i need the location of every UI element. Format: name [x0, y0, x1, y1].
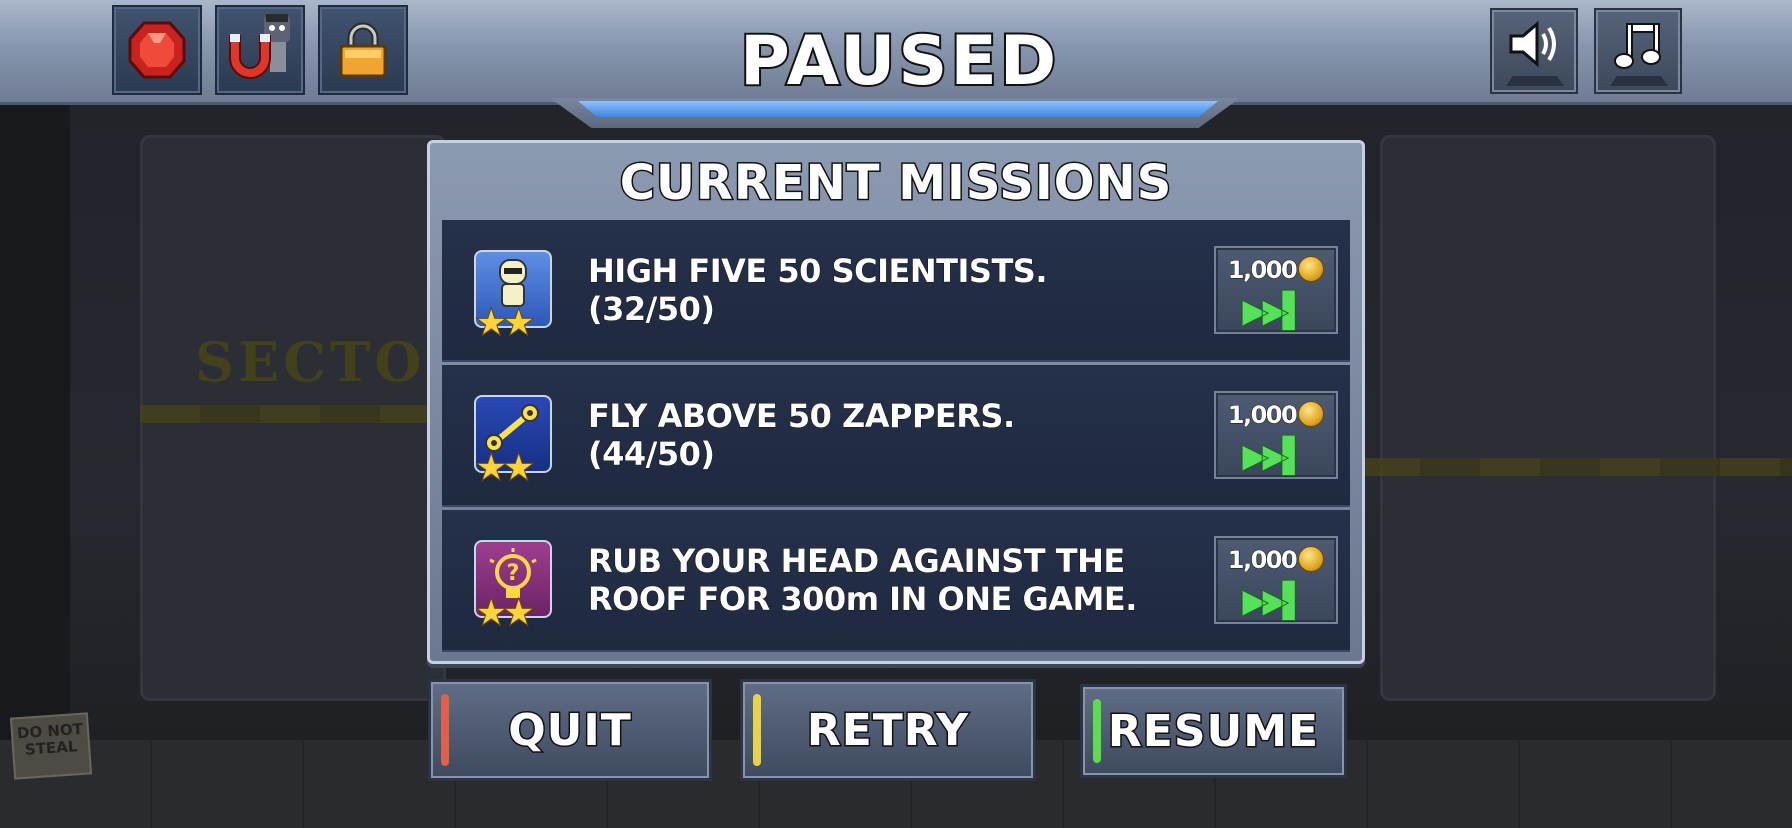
powerup-slot-locked[interactable]	[318, 5, 408, 95]
resume-label: RESUME	[1106, 704, 1320, 758]
hazard-stripe	[140, 405, 460, 423]
mystery-lightbulb-icon: ? ★★	[474, 540, 552, 631]
svg-text:?: ?	[507, 561, 520, 586]
skip-arrow-icon: ▶▶▌	[1241, 581, 1309, 621]
skip-cost: 1,000	[1216, 401, 1336, 430]
lock-icon	[339, 22, 387, 78]
paused-title: PAUSED	[738, 20, 1060, 103]
skip-cost: 1,000	[1216, 546, 1336, 575]
music-toggle-button[interactable]	[1594, 8, 1682, 94]
button-stand	[1610, 76, 1668, 86]
retry-label: RETRY	[805, 703, 970, 757]
skip-mission-button[interactable]: 1,000 ▶▶▌	[1214, 391, 1338, 479]
zapper-icon: ★★	[474, 395, 552, 486]
mission-row: ? ★★ RUB YOUR HEAD AGAINST THE ROOF FOR …	[442, 510, 1350, 652]
gem-icon	[128, 21, 186, 79]
missions-title: CURRENT MISSIONS	[618, 154, 1173, 213]
quit-button[interactable]: QUIT	[428, 679, 712, 781]
powerup-slot-gem[interactable]	[112, 5, 202, 95]
resume-button[interactable]: RESUME	[1080, 684, 1347, 778]
skip-cost-value: 1,000	[1227, 401, 1298, 430]
coin-icon	[1298, 401, 1325, 427]
skip-cost: 1,000	[1216, 256, 1336, 285]
music-note-icon	[1614, 23, 1661, 69]
volume-icon	[1509, 20, 1556, 68]
quit-label: QUIT	[507, 703, 633, 757]
lab-door-right	[1380, 135, 1716, 701]
mission-row: ★★ HIGH FIVE 50 SCIENTISTS. (32/50) 1,00…	[442, 220, 1350, 362]
retry-accent	[753, 694, 761, 766]
scientist-icon: ★★	[474, 250, 552, 341]
magnet-icon	[229, 14, 290, 79]
mission-description: RUB YOUR HEAD AGAINST THE ROOF FOR 300m …	[588, 542, 1138, 619]
missions-panel: CURRENT MISSIONS ★★ HIGH FIVE 50 SCIENTI…	[427, 140, 1365, 664]
skip-cost-value: 1,000	[1227, 546, 1298, 575]
skip-mission-button[interactable]: 1,000 ▶▶▌	[1214, 536, 1338, 624]
button-stand	[1506, 76, 1564, 86]
quit-accent	[441, 694, 449, 766]
do-not-steal-sign: DO NOT STEAL	[9, 712, 93, 780]
mission-list: ★★ HIGH FIVE 50 SCIENTISTS. (32/50) 1,00…	[442, 220, 1350, 652]
mission-description: FLY ABOVE 50 ZAPPERS. (44/50)	[588, 397, 1016, 474]
skip-arrow-icon: ▶▶▌	[1241, 436, 1309, 476]
mission-stars: ★★	[475, 448, 535, 488]
skip-cost-value: 1,000	[1227, 256, 1298, 285]
coin-icon	[1298, 256, 1325, 282]
mission-row: ★★ FLY ABOVE 50 ZAPPERS. (44/50) 1,000 ▶…	[442, 365, 1350, 507]
sound-toggle-button[interactable]	[1490, 8, 1578, 94]
resume-accent	[1093, 699, 1101, 763]
mission-description: HIGH FIVE 50 SCIENTISTS. (32/50)	[588, 252, 1048, 329]
retry-button[interactable]: RETRY	[740, 679, 1036, 781]
mission-stars: ★★	[475, 303, 535, 343]
skip-arrow-icon: ▶▶▌	[1241, 291, 1309, 331]
mission-stars: ★★	[475, 593, 535, 633]
powerup-slot-magnet[interactable]	[215, 5, 305, 95]
coin-icon	[1298, 546, 1325, 572]
hazard-stripe	[1360, 458, 1792, 476]
skip-mission-button[interactable]: 1,000 ▶▶▌	[1214, 246, 1338, 334]
